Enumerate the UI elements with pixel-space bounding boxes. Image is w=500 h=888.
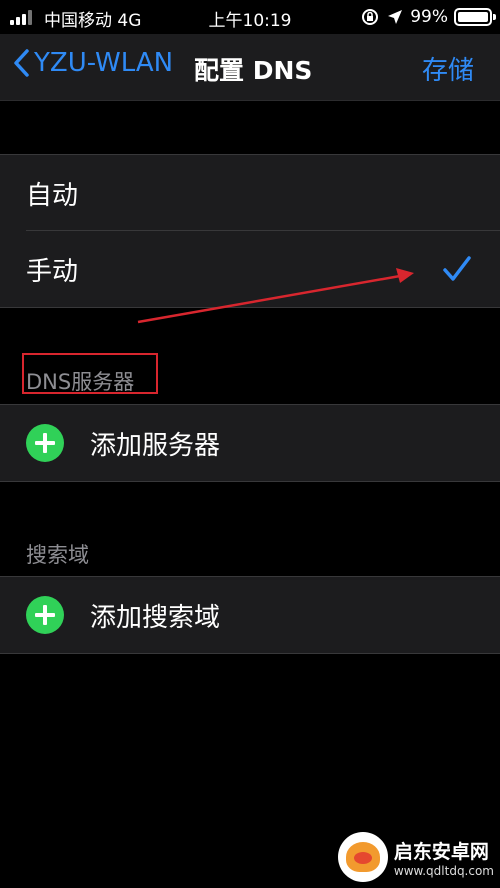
status-right: 99%	[360, 5, 496, 29]
option-automatic[interactable]: 自动	[0, 155, 500, 231]
nav-divider	[0, 100, 500, 101]
back-button[interactable]: YZU-WLAN	[12, 48, 173, 78]
watermark-text: 启东安卓网 www.qdltdq.com	[394, 837, 494, 878]
add-search-domain-row[interactable]: 添加搜索域	[0, 577, 500, 653]
option-manual[interactable]: 手动	[0, 231, 500, 307]
save-button[interactable]: 存储	[422, 50, 474, 87]
option-label: 自动	[26, 180, 79, 211]
watermark-logo-icon	[337, 832, 388, 882]
navigation-bar: YZU-WLAN 配置 DNS 存储	[0, 34, 500, 100]
add-circle-icon	[26, 424, 64, 462]
watermark-name: 启东安卓网	[393, 840, 489, 863]
page-title: 配置 DNS	[194, 56, 313, 85]
annotation-highlight-box	[22, 353, 158, 394]
dns-servers-group: 添加服务器	[0, 404, 500, 482]
back-button-label: YZU-WLAN	[34, 48, 174, 78]
location-arrow-icon	[388, 10, 403, 24]
add-server-row[interactable]: 添加服务器	[0, 405, 500, 481]
status-bar: 中国移动 4G 上午10:19 99%	[0, 0, 500, 34]
lock-rotation-icon	[362, 9, 379, 25]
search-domains-header: 搜索域	[26, 543, 89, 567]
battery-icon	[454, 8, 496, 26]
battery-percent: 99%	[410, 7, 448, 27]
add-search-domain-label: 添加搜索域	[90, 602, 221, 633]
dns-mode-group: 自动 手动	[0, 154, 500, 308]
add-server-label: 添加服务器	[90, 430, 221, 461]
watermark: 启东安卓网 www.qdltdq.com	[337, 832, 494, 882]
checkmark-icon	[443, 256, 471, 281]
add-circle-icon	[26, 596, 64, 634]
option-label: 手动	[26, 256, 79, 287]
watermark-url: www.qdltdq.com	[393, 863, 494, 878]
search-domains-group: 添加搜索域	[0, 576, 500, 654]
battery-fill	[458, 12, 488, 22]
chevron-left-icon	[14, 49, 29, 77]
